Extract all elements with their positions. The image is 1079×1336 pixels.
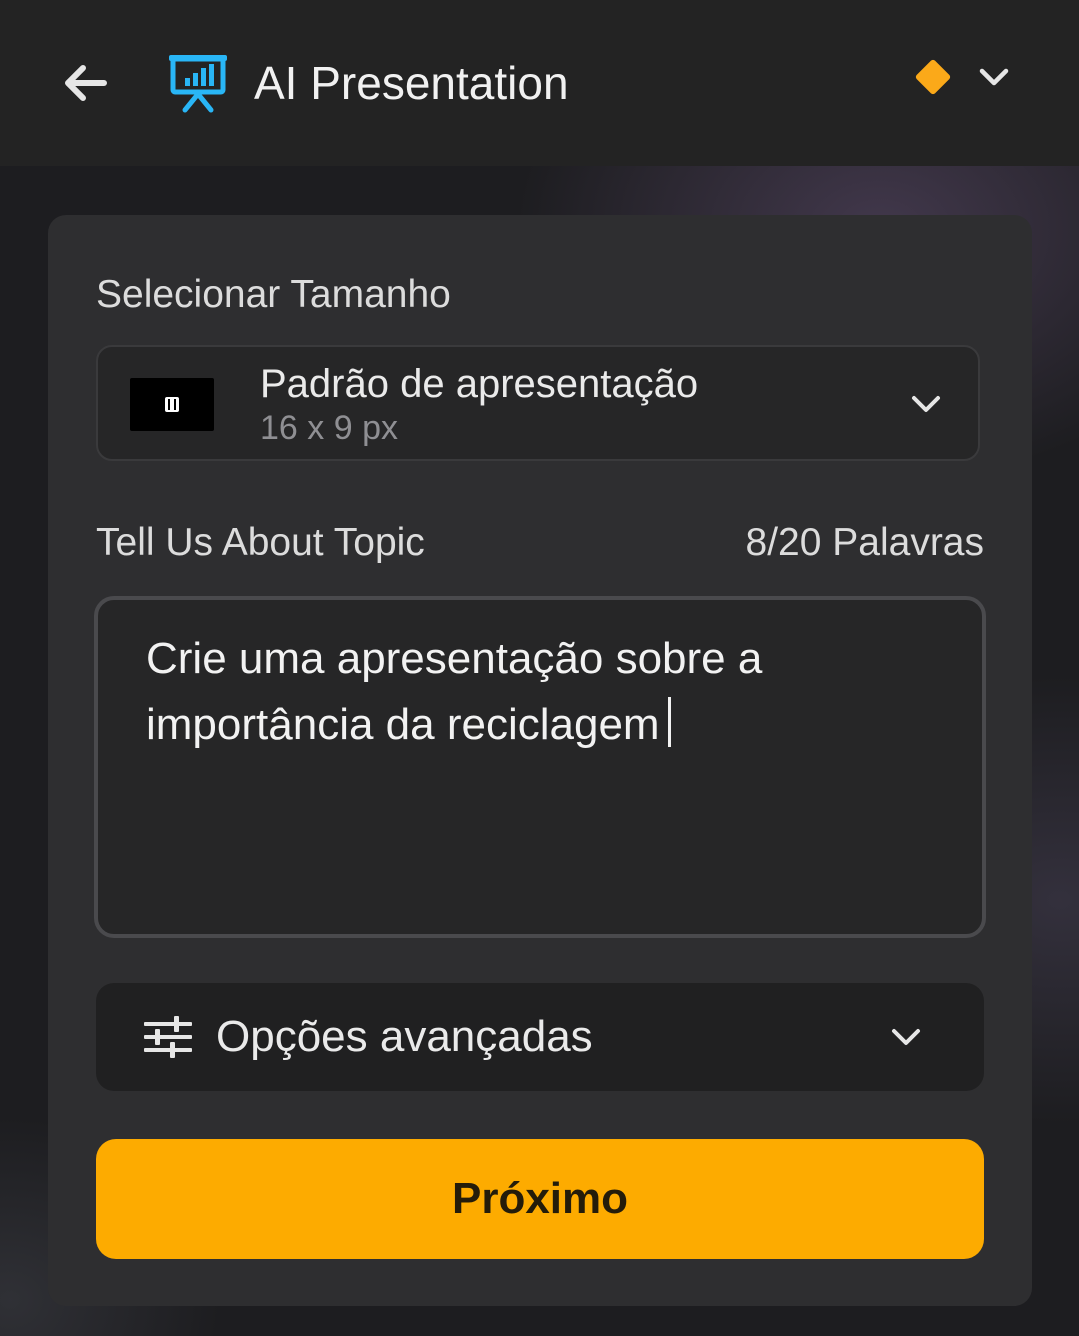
advanced-options-toggle[interactable]: Opções avançadas	[96, 983, 984, 1091]
back-button[interactable]	[58, 56, 112, 110]
chevron-down-icon	[892, 1029, 920, 1045]
presentation-form-card: Selecionar Tamanho Padrão de apresentaçã…	[48, 215, 1032, 1306]
app-title: AI Presentation	[254, 57, 569, 109]
topic-textarea[interactable]: Crie uma apresentação sobre a importânci…	[94, 596, 986, 938]
size-section-label: Selecionar Tamanho	[96, 273, 451, 316]
size-name: Padrão de apresentação	[260, 362, 699, 406]
text-cursor	[667, 697, 671, 747]
advanced-options-label: Opções avançadas	[216, 1012, 593, 1061]
size-preview-thumbnail	[130, 378, 214, 431]
chevron-down-icon	[912, 396, 940, 412]
next-button[interactable]: Próximo	[96, 1139, 984, 1259]
diamond-icon	[914, 58, 952, 96]
app-header: AI Presentation	[0, 0, 1079, 166]
arrow-left-icon	[65, 65, 107, 101]
presentation-board-icon	[169, 55, 227, 113]
slide-icon	[165, 397, 179, 412]
size-select-dropdown[interactable]: Padrão de apresentação 16 x 9 px	[96, 345, 980, 461]
premium-menu-button[interactable]	[908, 52, 1020, 102]
sliders-icon	[144, 1016, 192, 1058]
chevron-down-icon	[979, 68, 1009, 86]
word-count: 8/20 Palavras	[745, 521, 984, 564]
topic-section-label: Tell Us About Topic	[96, 521, 425, 564]
size-dimensions: 16 x 9 px	[260, 409, 398, 447]
